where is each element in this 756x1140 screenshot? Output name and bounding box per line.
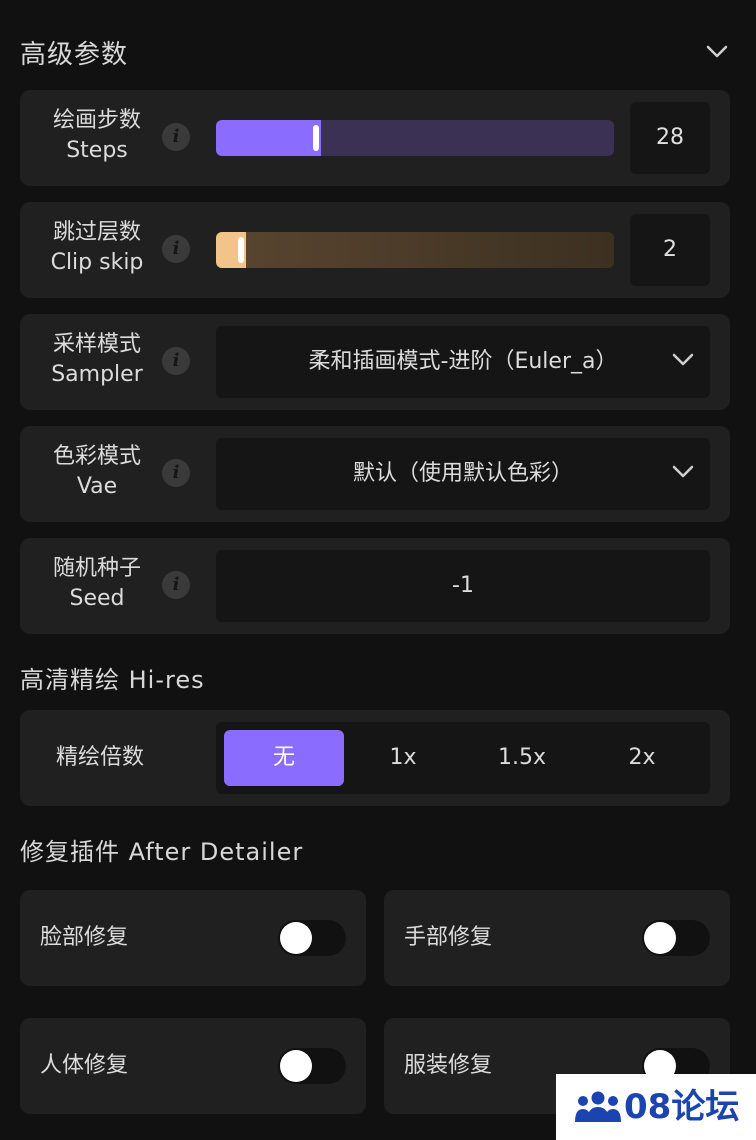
- watermark: 08论坛: [556, 1074, 756, 1140]
- clip-skip-value-input[interactable]: 2: [630, 214, 710, 286]
- hires-scale-segmented: 无 1x 1.5x 2x: [216, 722, 710, 794]
- toggle-knob: [280, 1050, 312, 1082]
- face-fix-toggle[interactable]: [278, 920, 346, 956]
- chevron-down-icon: [672, 353, 694, 366]
- sampler-label-en: Sampler: [51, 362, 143, 387]
- hires-scale-label: 精绘倍数: [55, 745, 144, 770]
- steps-slider-handle[interactable]: [313, 125, 319, 151]
- clip-skip-slider-handle[interactable]: [238, 237, 244, 263]
- vae-selected-value: 默认（使用默认色彩）: [352, 461, 573, 486]
- info-icon[interactable]: i: [162, 235, 190, 263]
- hires-option-2x[interactable]: 2x: [582, 730, 702, 786]
- clip-skip-card: 跳过层数 Clip skip i 2: [20, 202, 730, 298]
- hires-option-1-5x[interactable]: 1.5x: [462, 730, 582, 786]
- body-fix-card: 人体修复: [20, 1018, 366, 1114]
- toggle-knob: [280, 922, 312, 954]
- seed-input[interactable]: -1: [216, 550, 710, 622]
- hand-fix-card: 手部修复: [384, 890, 730, 986]
- seed-label-cn: 随机种子: [52, 556, 141, 581]
- collapse-chevron-icon[interactable]: [706, 44, 728, 60]
- seed-label-en: Seed: [69, 586, 125, 611]
- steps-slider[interactable]: [216, 120, 614, 156]
- steps-label-en: Steps: [66, 138, 128, 163]
- hand-fix-label: 手部修复: [404, 925, 493, 950]
- clothing-fix-label: 服装修复: [404, 1053, 493, 1078]
- vae-card: 色彩模式 Vae i 默认（使用默认色彩）: [20, 426, 730, 522]
- sampler-select[interactable]: 柔和插画模式-进阶（Euler_a）: [216, 326, 710, 398]
- chevron-down-icon: [672, 465, 694, 478]
- clip-skip-label-en: Clip skip: [50, 250, 144, 275]
- hires-section-title: 高清精绘 Hi-res: [20, 666, 205, 694]
- detailer-section-title: 修复插件 After Detailer: [20, 838, 304, 866]
- hires-option-1x[interactable]: 1x: [343, 730, 463, 786]
- vae-select[interactable]: 默认（使用默认色彩）: [216, 438, 710, 510]
- sampler-label: 采样模式 Sampler: [20, 330, 174, 390]
- steps-label: 绘画步数 Steps: [20, 106, 174, 166]
- seed-value: -1: [452, 573, 474, 598]
- body-fix-toggle[interactable]: [278, 1048, 346, 1084]
- clip-skip-label-cn: 跳过层数: [52, 220, 141, 245]
- info-icon[interactable]: i: [162, 347, 190, 375]
- steps-label-cn: 绘画步数: [52, 108, 141, 133]
- hires-card: 精绘倍数 无 1x 1.5x 2x: [20, 710, 730, 806]
- steps-card: 绘画步数 Steps i 28: [20, 90, 730, 186]
- clip-skip-slider[interactable]: [216, 232, 614, 268]
- vae-label-en: Vae: [76, 474, 118, 499]
- sampler-card: 采样模式 Sampler i 柔和插画模式-进阶（Euler_a）: [20, 314, 730, 410]
- clip-skip-label: 跳过层数 Clip skip: [20, 218, 174, 278]
- hires-option-none[interactable]: 无: [224, 730, 344, 786]
- people-group-icon: [575, 1091, 621, 1122]
- info-icon[interactable]: i: [162, 459, 190, 487]
- advanced-section-title: 高级参数: [20, 40, 129, 70]
- vae-label-cn: 色彩模式: [52, 444, 141, 469]
- vae-label: 色彩模式 Vae: [20, 442, 174, 502]
- face-fix-card: 脸部修复: [20, 890, 366, 986]
- info-icon[interactable]: i: [162, 571, 190, 599]
- sampler-label-cn: 采样模式: [52, 332, 141, 357]
- sampler-selected-value: 柔和插画模式-进阶（Euler_a）: [308, 349, 618, 374]
- watermark-text: 08论坛: [624, 1087, 740, 1127]
- info-icon[interactable]: i: [162, 123, 190, 151]
- steps-slider-fill: [216, 120, 321, 156]
- body-fix-label: 人体修复: [40, 1053, 129, 1078]
- seed-label: 随机种子 Seed: [20, 554, 174, 614]
- toggle-knob: [644, 922, 676, 954]
- face-fix-label: 脸部修复: [40, 925, 129, 950]
- hand-fix-toggle[interactable]: [642, 920, 710, 956]
- steps-value-input[interactable]: 28: [630, 102, 710, 174]
- seed-card: 随机种子 Seed i -1: [20, 538, 730, 634]
